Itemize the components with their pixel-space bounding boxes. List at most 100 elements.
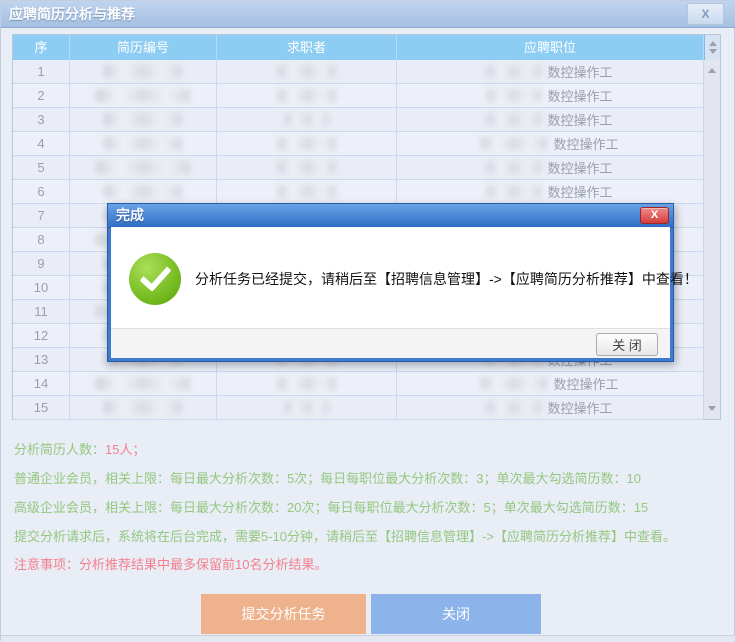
scrollbar-down-icon[interactable]	[708, 406, 716, 411]
dialog-body: 分析任务已经提交，请稍后至【招聘信息管理】->【应聘简历分析推荐】中查看！	[111, 227, 670, 330]
completion-dialog: 完成 X 分析任务已经提交，请稍后至【招聘信息管理】->【应聘简历分析推荐】中查…	[107, 203, 674, 362]
normal-member-limit-line: 普通企业会员，相关上限：每日最大分析次数：5次；每日每职位最大分析次数：3；单次…	[14, 468, 641, 486]
window-titlebar: 应聘简历分析与推荐 X	[1, 1, 735, 28]
resume-id-cell	[70, 60, 217, 83]
position-label: 数控操作工	[547, 62, 612, 81]
position-label: 数控操作工	[547, 158, 612, 177]
table-row[interactable]: 14 数控操作工	[13, 372, 704, 396]
table-row[interactable]: 3 数控操作工	[13, 108, 704, 132]
table-row[interactable]: 1 数控操作工	[13, 60, 704, 84]
spinner-up-icon[interactable]	[709, 41, 717, 46]
column-header-job-seeker[interactable]: 求职者	[217, 35, 397, 60]
close-window-button[interactable]: 关闭	[371, 594, 541, 634]
success-check-icon	[129, 253, 181, 305]
row-index: 10	[13, 276, 70, 299]
redacted-blur	[481, 377, 547, 390]
table-row[interactable]: 6 数控操作工	[13, 180, 704, 204]
applied-position-cell: 数控操作工	[397, 156, 704, 179]
table-row[interactable]: 2 数控操作工	[13, 84, 704, 108]
dialog-titlebar: 完成 X	[108, 204, 673, 228]
scrollbar-up-icon[interactable]	[708, 68, 716, 73]
position-label: 数控操作工	[547, 182, 612, 201]
row-index: 11	[13, 300, 70, 323]
resume-id-cell	[70, 372, 217, 395]
redacted-blur	[285, 401, 329, 414]
analysis-count-label: 分析简历人数：	[14, 442, 105, 457]
job-seeker-cell	[217, 396, 397, 419]
table-row[interactable]: 5 数控操作工	[13, 156, 704, 180]
note-line: 注意事项：分析推荐结果中最多保留前10名分析结果。	[14, 554, 327, 572]
table-scrollbar[interactable]	[703, 60, 720, 419]
resume-id-cell	[70, 180, 217, 203]
position-label: 数控操作工	[553, 134, 618, 153]
resume-id-cell	[70, 156, 217, 179]
dialog-content: 分析任务已经提交，请稍后至【招聘信息管理】->【应聘简历分析推荐】中查看！ 关 …	[111, 227, 670, 358]
analysis-count-line: 分析简历人数：15人；	[14, 439, 145, 457]
row-index: 4	[13, 132, 70, 155]
redacted-blur	[104, 65, 182, 78]
resume-id-cell	[70, 108, 217, 131]
redacted-blur	[96, 89, 190, 102]
window-close-button[interactable]: X	[687, 3, 724, 25]
row-index: 9	[13, 252, 70, 275]
senior-member-limit-line: 高级企业会员，相关上限：每日最大分析次数：20次；每日每职位最大分析次数：5；单…	[14, 497, 648, 515]
row-index: 5	[13, 156, 70, 179]
job-seeker-cell	[217, 180, 397, 203]
position-label: 数控操作工	[553, 374, 618, 393]
row-index: 15	[13, 396, 70, 419]
window-title: 应聘简历分析与推荐	[9, 1, 135, 27]
column-header-position[interactable]: 应聘职位	[397, 35, 704, 60]
position-label: 数控操作工	[547, 110, 612, 129]
dialog-footer: 关 闭	[111, 328, 670, 358]
applied-position-cell: 数控操作工	[397, 372, 704, 395]
job-seeker-cell	[217, 84, 397, 107]
redacted-blur	[96, 377, 190, 390]
redacted-blur	[285, 113, 329, 126]
redacted-blur	[481, 137, 547, 150]
row-index: 7	[13, 204, 70, 227]
job-seeker-cell	[217, 156, 397, 179]
position-label: 数控操作工	[547, 86, 612, 105]
row-index: 6	[13, 180, 70, 203]
spinner-down-icon[interactable]	[709, 49, 717, 54]
redacted-blur	[487, 89, 541, 102]
redacted-blur	[104, 113, 182, 126]
resume-analysis-window: { "window": { "title": "应聘简历分析与推荐", "clo…	[0, 0, 735, 641]
row-index: 3	[13, 108, 70, 131]
position-label: 数控操作工	[547, 398, 612, 417]
redacted-blur	[278, 377, 336, 390]
row-index: 12	[13, 324, 70, 347]
redacted-blur	[278, 89, 336, 102]
redacted-blur	[278, 185, 336, 198]
job-seeker-cell	[217, 372, 397, 395]
applied-position-cell: 数控操作工	[397, 132, 704, 155]
redacted-blur	[487, 185, 541, 198]
applied-position-cell: 数控操作工	[397, 60, 704, 83]
row-index: 13	[13, 348, 70, 371]
job-seeker-cell	[217, 108, 397, 131]
submit-analysis-button[interactable]: 提交分析任务	[201, 594, 366, 634]
applied-position-cell: 数控操作工	[397, 84, 704, 107]
table-row[interactable]: 4 数控操作工	[13, 132, 704, 156]
resume-id-cell	[70, 132, 217, 155]
resume-id-cell	[70, 84, 217, 107]
resume-id-cell	[70, 396, 217, 419]
row-index: 1	[13, 60, 70, 83]
redacted-blur	[104, 185, 182, 198]
column-header-index[interactable]: 序	[13, 35, 70, 60]
row-index: 2	[13, 84, 70, 107]
table-row[interactable]: 15 数控操作工	[13, 396, 704, 420]
job-seeker-cell	[217, 132, 397, 155]
redacted-blur	[487, 401, 541, 414]
job-seeker-cell	[217, 60, 397, 83]
column-header-resume-id[interactable]: 简历编号	[70, 35, 217, 60]
row-index: 8	[13, 228, 70, 251]
dialog-close-x-button[interactable]: X	[640, 207, 669, 224]
redacted-blur	[487, 161, 541, 174]
redacted-blur	[278, 137, 336, 150]
redacted-blur	[487, 113, 541, 126]
header-scroll-spinner[interactable]	[704, 35, 720, 60]
dialog-message: 分析任务已经提交，请稍后至【招聘信息管理】->【应聘简历分析推荐】中查看！	[195, 227, 698, 330]
redacted-blur	[278, 65, 336, 78]
dialog-close-button[interactable]: 关 闭	[596, 333, 658, 356]
